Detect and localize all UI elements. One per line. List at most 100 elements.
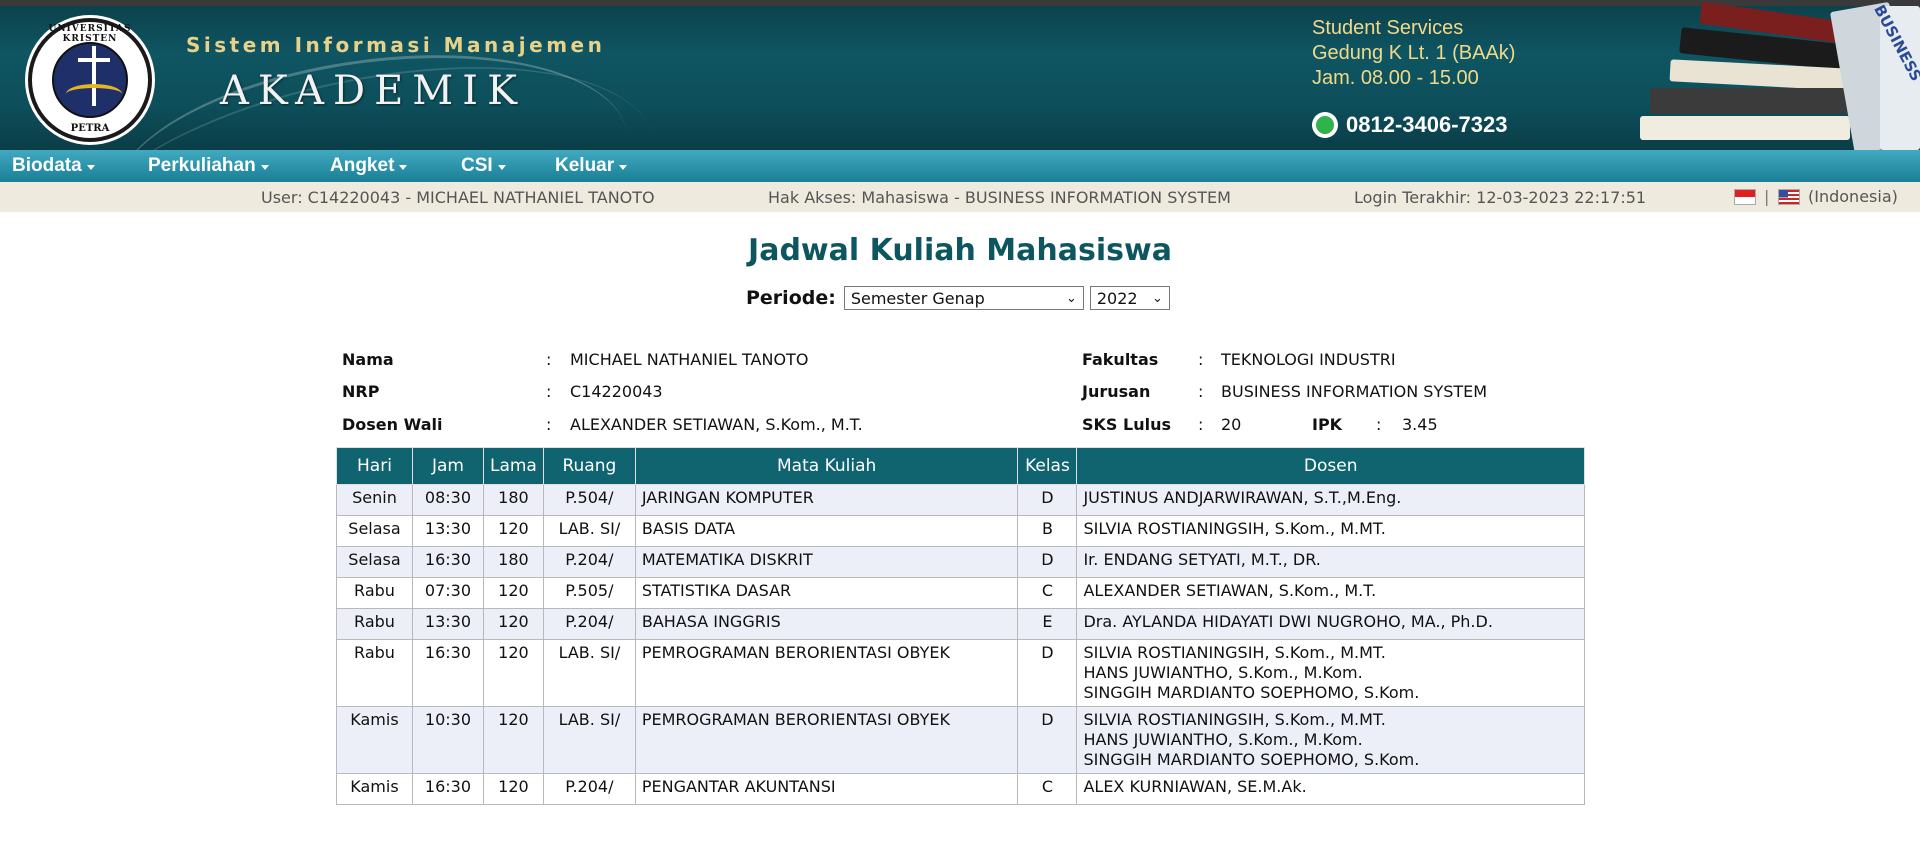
menu-perkuliahan[interactable]: Perkuliahan [148, 155, 269, 177]
header-banner: UNIVERSITAS KRISTEN PETRA Sistem Informa… [0, 0, 1920, 150]
menu-label: Perkuliahan [148, 155, 256, 176]
course-cell: PEMROGRAMAN BERORIENTASI OBYEK [634, 706, 1019, 774]
year-select[interactable]: 2022 ⌄ [1089, 286, 1170, 310]
colon: : [546, 382, 552, 401]
menu-keluar[interactable]: Keluar [555, 155, 628, 177]
current-language: (Indonesia) [1808, 187, 1898, 206]
course-cell: BASIS DATA [634, 515, 1019, 547]
lecturer-name: ALEX KURNIAWAN, SE.M.Ak. [1083, 777, 1307, 796]
course-cell: PENGANTAR AKUNTANSI [634, 773, 1019, 805]
lecturer-cell: ALEX KURNIAWAN, SE.M.Ak. [1076, 773, 1585, 805]
table-row: Rabu 13:30 120 P.204/BAHASA INGGRIS E Dra. AY… [336, 608, 1585, 640]
course-cell: STATISTIKA DASAR [634, 577, 1019, 609]
duration-cell: 120 [482, 577, 544, 609]
time-cell: 13:30 [411, 515, 484, 547]
logo-ring-text: UNIVERSITAS KRISTEN [48, 24, 132, 44]
menu-biodata[interactable]: Biodata [12, 155, 95, 177]
table-row: Senin 08:30 180 P.504/JARINGAN KOMPUTER D JUS… [336, 484, 1585, 516]
jurusan-label: Jurusan [1082, 382, 1151, 401]
column-header: Dosen [1076, 447, 1585, 485]
day-cell: Selasa [336, 515, 413, 547]
lecturer-cell: JUSTINUS ANDJARWIRAWAN, S.T.,M.Eng. [1076, 484, 1585, 516]
services-line: Gedung K Lt. 1 (BAAk) [1312, 42, 1516, 64]
lecturer-cell: ALEXANDER SETIAWAN, S.Kom., M.T. [1076, 577, 1585, 609]
day-cell: Senin [336, 484, 413, 516]
time-cell: 13:30 [411, 608, 484, 640]
access-info: Hak Akses: Mahasiswa - BUSINESS INFORMAT… [768, 188, 1231, 207]
lecturer-name: Dra. AYLANDA HIDAYATI DWI NUGROHO, MA., … [1083, 612, 1493, 631]
session-info-bar: User: C14220043 - MICHAEL NATHANIEL TANO… [0, 182, 1920, 212]
books-illustration: BUSINESS [1580, 1, 1920, 150]
duration-cell: 120 [482, 515, 544, 547]
table-row: Selasa 16:30 180 P.204/MATEMATIKA DISKRIT D I… [336, 546, 1585, 578]
table-row: Rabu 07:30 120 P.505/STATISTIKA DASAR C ALEXA… [336, 577, 1585, 609]
time-cell: 07:30 [411, 577, 484, 609]
time-cell: 08:30 [411, 484, 484, 516]
lecturer-cell: Dra. AYLANDA HIDAYATI DWI NUGROHO, MA., … [1076, 608, 1585, 640]
menu-csi[interactable]: CSI [461, 155, 506, 177]
lecturer-name: SILVIA ROSTIANINGSIH, S.Kom., M.MT. [1083, 710, 1386, 729]
column-header: Kelas [1017, 447, 1078, 485]
time-cell: 16:30 [411, 639, 484, 707]
room-cell: P.505/ [542, 577, 636, 609]
table-row: Kamis 10:30 120 LAB. SI/PEMROGRAMAN BERORIE… [336, 706, 1585, 774]
dosen-wali-label: Dosen Wali [342, 415, 443, 434]
colon: : [1198, 350, 1204, 369]
nrp-value: C14220043 [570, 382, 663, 401]
logo-emblem [52, 42, 128, 118]
system-name: AKADEMIK [220, 68, 526, 114]
us-flag-icon[interactable] [1778, 189, 1800, 205]
whatsapp-icon [1312, 112, 1338, 138]
lecturer-name: SINGGIH MARDIANTO SOEPHOMO, S.Kom. [1083, 683, 1420, 702]
sks-lulus-label: SKS Lulus [1082, 415, 1171, 434]
lecturer-name: SINGGIH MARDIANTO SOEPHOMO, S.Kom. [1083, 750, 1420, 769]
menu-angket[interactable]: Angket [330, 155, 408, 177]
lecturer-cell: SILVIA ROSTIANINGSIH, S.Kom., M.MT. HANS … [1076, 706, 1585, 774]
menu-label: Keluar [555, 155, 615, 176]
logo-bottom-text: PETRA [70, 123, 110, 134]
ipk-value: 3.45 [1402, 415, 1438, 434]
caret-down-icon [260, 165, 269, 170]
periode-label: Periode: [746, 287, 836, 309]
jurusan-value: BUSINESS INFORMATION SYSTEM [1221, 382, 1488, 401]
room-cell: LAB. SI/ [542, 515, 636, 547]
page-title: Jadwal Kuliah Mahasiswa [748, 233, 1172, 268]
user-info: User: C14220043 - MICHAEL NATHANIEL TANO… [261, 188, 655, 207]
duration-cell: 180 [482, 546, 544, 578]
last-login-info: Login Terakhir: 12-03-2023 22:17:51 [1354, 188, 1647, 207]
lecturer-name: SILVIA ROSTIANINGSIH, S.Kom., M.MT. [1083, 519, 1386, 538]
class-cell: D [1017, 484, 1078, 516]
system-title: Sistem Informasi Manajemen [186, 33, 606, 57]
language-separator: | [1764, 187, 1770, 206]
indonesia-flag-icon[interactable] [1734, 189, 1756, 205]
time-cell: 16:30 [411, 773, 484, 805]
caret-down-icon [619, 165, 628, 170]
class-cell: B [1017, 515, 1078, 547]
lecturer-cell: Ir. ENDANG SETYATI, M.T., DR. [1076, 546, 1585, 578]
course-cell: BAHASA INGGRIS [634, 608, 1019, 640]
room-cell: P.204/ [542, 608, 636, 640]
room-cell: P.504/ [542, 484, 636, 516]
schedule-body: Senin 08:30 180 P.504/JARINGAN KOMPUTER D JUS… [336, 484, 1585, 805]
day-cell: Rabu [336, 577, 413, 609]
time-cell: 16:30 [411, 546, 484, 578]
whatsapp-contact: 0812-3406-7323 [1312, 112, 1507, 138]
duration-cell: 120 [482, 773, 544, 805]
fakultas-value: TEKNOLOGI INDUSTRI [1221, 350, 1396, 369]
ipk-label: IPK [1312, 415, 1343, 434]
semester-select[interactable]: Semester Genap ⌄ [843, 286, 1084, 310]
table-row: Selasa 13:30 120 LAB. SI/BASIS DATA B SILVIA … [336, 515, 1585, 547]
colon: : [1198, 415, 1204, 434]
lecturer-name: HANS JUWIANTHO, S.Kom., M.Kom. [1083, 663, 1363, 682]
student-services-info: Student Services Gedung K Lt. 1 (BAAk) J… [1312, 16, 1515, 91]
services-line: Jam. 08.00 - 15.00 [1312, 67, 1479, 89]
duration-cell: 120 [482, 639, 544, 707]
class-cell: C [1017, 577, 1078, 609]
nama-value: MICHAEL NATHANIEL TANOTO [570, 350, 809, 369]
phone-number: 0812-3406-7323 [1346, 112, 1508, 137]
day-cell: Rabu [336, 608, 413, 640]
lecturer-name: Ir. ENDANG SETYATI, M.T., DR. [1083, 550, 1321, 569]
nama-label: Nama [342, 350, 394, 369]
colon: : [1376, 415, 1382, 434]
duration-cell: 180 [482, 484, 544, 516]
